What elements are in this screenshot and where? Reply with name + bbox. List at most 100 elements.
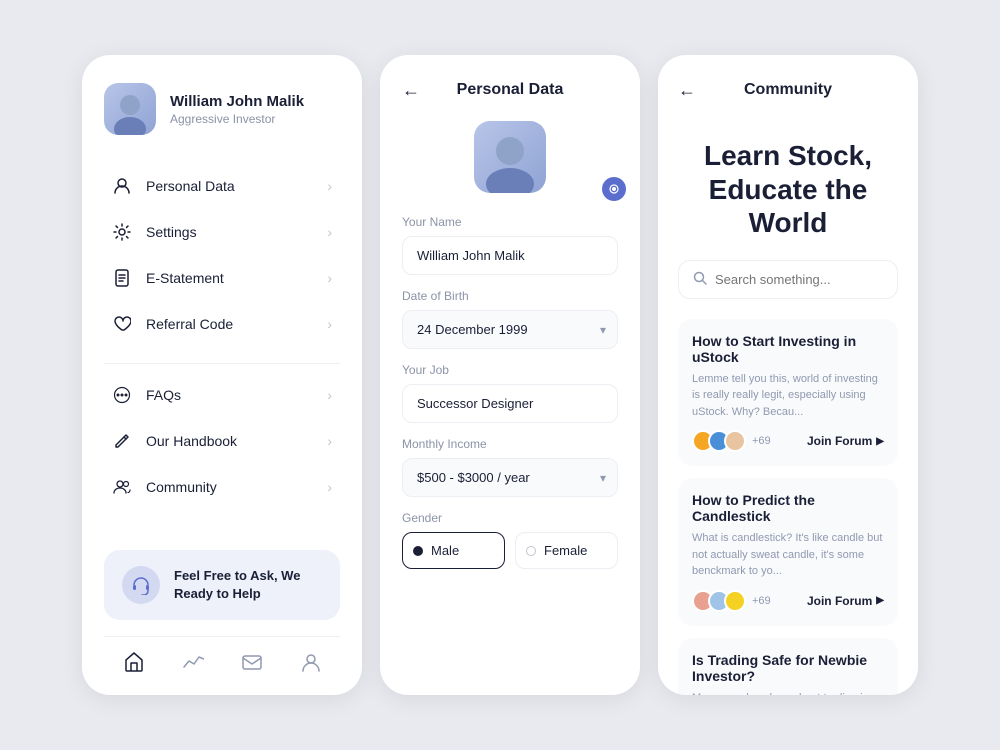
bottom-nav bbox=[104, 636, 340, 675]
gender-options: Male Female bbox=[402, 532, 618, 569]
gender-male-label: Male bbox=[431, 543, 459, 558]
avatar-stack-1: +69 bbox=[692, 430, 771, 452]
avatar-count: +69 bbox=[752, 595, 771, 607]
forum-footer-2: +69 Join Forum ▶ bbox=[692, 590, 884, 612]
screen-title: Personal Data bbox=[457, 81, 564, 99]
chevron-icon: › bbox=[327, 387, 332, 403]
gender-label: Gender bbox=[402, 511, 618, 525]
menu-section-secondary: FAQs › Our Handbook › bbox=[104, 372, 340, 510]
job-input[interactable] bbox=[402, 384, 618, 423]
document-icon bbox=[112, 268, 132, 288]
income-field-group: Monthly Income $500 - $3000 / year ▾ bbox=[402, 437, 618, 497]
screen-header: ← Personal Data bbox=[402, 81, 618, 99]
search-bar[interactable] bbox=[678, 260, 898, 299]
gender-female-label: Female bbox=[544, 543, 587, 558]
menu-item-settings[interactable]: Settings › bbox=[104, 209, 340, 255]
community-screen: ← Community Learn Stock, Educate the Wor… bbox=[658, 55, 918, 695]
people-icon bbox=[112, 477, 132, 497]
dots-icon bbox=[112, 385, 132, 405]
name-label: Your Name bbox=[402, 215, 618, 229]
profile-photo bbox=[474, 121, 546, 193]
profile-info: William John Malik Aggressive Investor bbox=[170, 93, 304, 126]
community-headline: Learn Stock, Educate the World bbox=[678, 139, 898, 240]
menu-label: E-Statement bbox=[146, 270, 313, 286]
dob-label: Date of Birth bbox=[402, 289, 618, 303]
forum-card-1: How to Start Investing in uStock Lemme t… bbox=[678, 319, 898, 467]
radio-dot-empty bbox=[526, 546, 536, 556]
gender-field-group: Gender Male Female bbox=[402, 511, 618, 569]
back-button[interactable]: ← bbox=[678, 80, 696, 101]
forum-card-3: Is Trading Safe for Newbie Investor? Man… bbox=[678, 638, 898, 695]
profile-name: William John Malik bbox=[170, 93, 304, 110]
chevron-icon: › bbox=[327, 479, 332, 495]
income-select-wrap: $500 - $3000 / year ▾ bbox=[402, 458, 618, 497]
profile-header: William John Malik Aggressive Investor bbox=[104, 83, 340, 135]
back-button[interactable]: ← bbox=[402, 80, 420, 101]
radio-dot-filled bbox=[413, 546, 423, 556]
headset-icon bbox=[122, 566, 160, 604]
menu-item-personal-data[interactable]: Personal Data › bbox=[104, 163, 340, 209]
arrow-icon: ▶ bbox=[876, 595, 884, 606]
menu-label: Personal Data bbox=[146, 178, 313, 194]
dob-select[interactable]: 24 December 1999 bbox=[402, 310, 618, 349]
menu-label: Community bbox=[146, 479, 313, 495]
chevron-icon: › bbox=[327, 433, 332, 449]
divider bbox=[104, 363, 340, 364]
menu-list: Personal Data › Settings › bbox=[104, 163, 340, 550]
menu-item-referral[interactable]: Referral Code › bbox=[104, 301, 340, 347]
chevron-icon: › bbox=[327, 316, 332, 332]
job-label: Your Job bbox=[402, 363, 618, 377]
help-text: Feel Free to Ask, We Ready to Help bbox=[174, 567, 322, 603]
name-input[interactable] bbox=[402, 236, 618, 275]
join-label: Join Forum bbox=[807, 594, 872, 608]
profile-menu-screen: William John Malik Aggressive Investor P… bbox=[82, 55, 362, 695]
forum-desc-3: Many people ask us about trading in uSto… bbox=[692, 690, 884, 695]
income-label: Monthly Income bbox=[402, 437, 618, 451]
gear-icon bbox=[112, 222, 132, 242]
forum-title-2: How to Predict the Candlestick bbox=[692, 492, 884, 524]
income-select[interactable]: $500 - $3000 / year bbox=[402, 458, 618, 497]
nav-person[interactable] bbox=[298, 649, 324, 675]
avatar bbox=[724, 430, 746, 452]
menu-item-e-statement[interactable]: E-Statement › bbox=[104, 255, 340, 301]
job-field-group: Your Job bbox=[402, 363, 618, 423]
menu-label: Settings bbox=[146, 224, 313, 240]
search-icon bbox=[693, 271, 707, 288]
join-label: Join Forum bbox=[807, 434, 872, 448]
arrow-icon: ▶ bbox=[876, 436, 884, 447]
photo-edit-button[interactable] bbox=[602, 177, 626, 201]
menu-label: FAQs bbox=[146, 387, 313, 403]
join-forum-button-1[interactable]: Join Forum ▶ bbox=[807, 434, 884, 448]
menu-label: Our Handbook bbox=[146, 433, 313, 449]
search-input[interactable] bbox=[715, 272, 891, 287]
forum-desc-1: Lemme tell you this, world of investing … bbox=[692, 371, 884, 421]
gender-female-button[interactable]: Female bbox=[515, 532, 618, 569]
menu-item-faqs[interactable]: FAQs › bbox=[104, 372, 340, 418]
dob-field-group: Date of Birth 24 December 1999 ▾ bbox=[402, 289, 618, 349]
nav-chart[interactable] bbox=[180, 649, 206, 675]
personal-data-screen: ← Personal Data Your Name Date of bbox=[380, 55, 640, 695]
heart-icon bbox=[112, 314, 132, 334]
screen-title: Community bbox=[744, 81, 832, 99]
join-forum-button-2[interactable]: Join Forum ▶ bbox=[807, 594, 884, 608]
gender-male-button[interactable]: Male bbox=[402, 532, 505, 569]
avatar-count: +69 bbox=[752, 435, 771, 447]
menu-item-community[interactable]: Community › bbox=[104, 464, 340, 510]
community-header: ← Community bbox=[678, 81, 898, 99]
chevron-icon: › bbox=[327, 270, 332, 286]
forum-card-2: How to Predict the Candlestick What is c… bbox=[678, 478, 898, 626]
chevron-icon: › bbox=[327, 178, 332, 194]
dob-select-wrap: 24 December 1999 ▾ bbox=[402, 310, 618, 349]
nav-home[interactable] bbox=[121, 649, 147, 675]
help-card[interactable]: Feel Free to Ask, We Ready to Help bbox=[104, 550, 340, 620]
person-icon bbox=[112, 176, 132, 196]
avatar bbox=[104, 83, 156, 135]
pencil-icon bbox=[112, 431, 132, 451]
nav-mail[interactable] bbox=[239, 649, 265, 675]
forum-desc-2: What is candlestick? It's like candle bu… bbox=[692, 530, 884, 580]
avatar bbox=[724, 590, 746, 612]
forum-footer-1: +69 Join Forum ▶ bbox=[692, 430, 884, 452]
name-field-group: Your Name bbox=[402, 215, 618, 275]
menu-section-main: Personal Data › Settings › bbox=[104, 163, 340, 347]
menu-item-handbook[interactable]: Our Handbook › bbox=[104, 418, 340, 464]
